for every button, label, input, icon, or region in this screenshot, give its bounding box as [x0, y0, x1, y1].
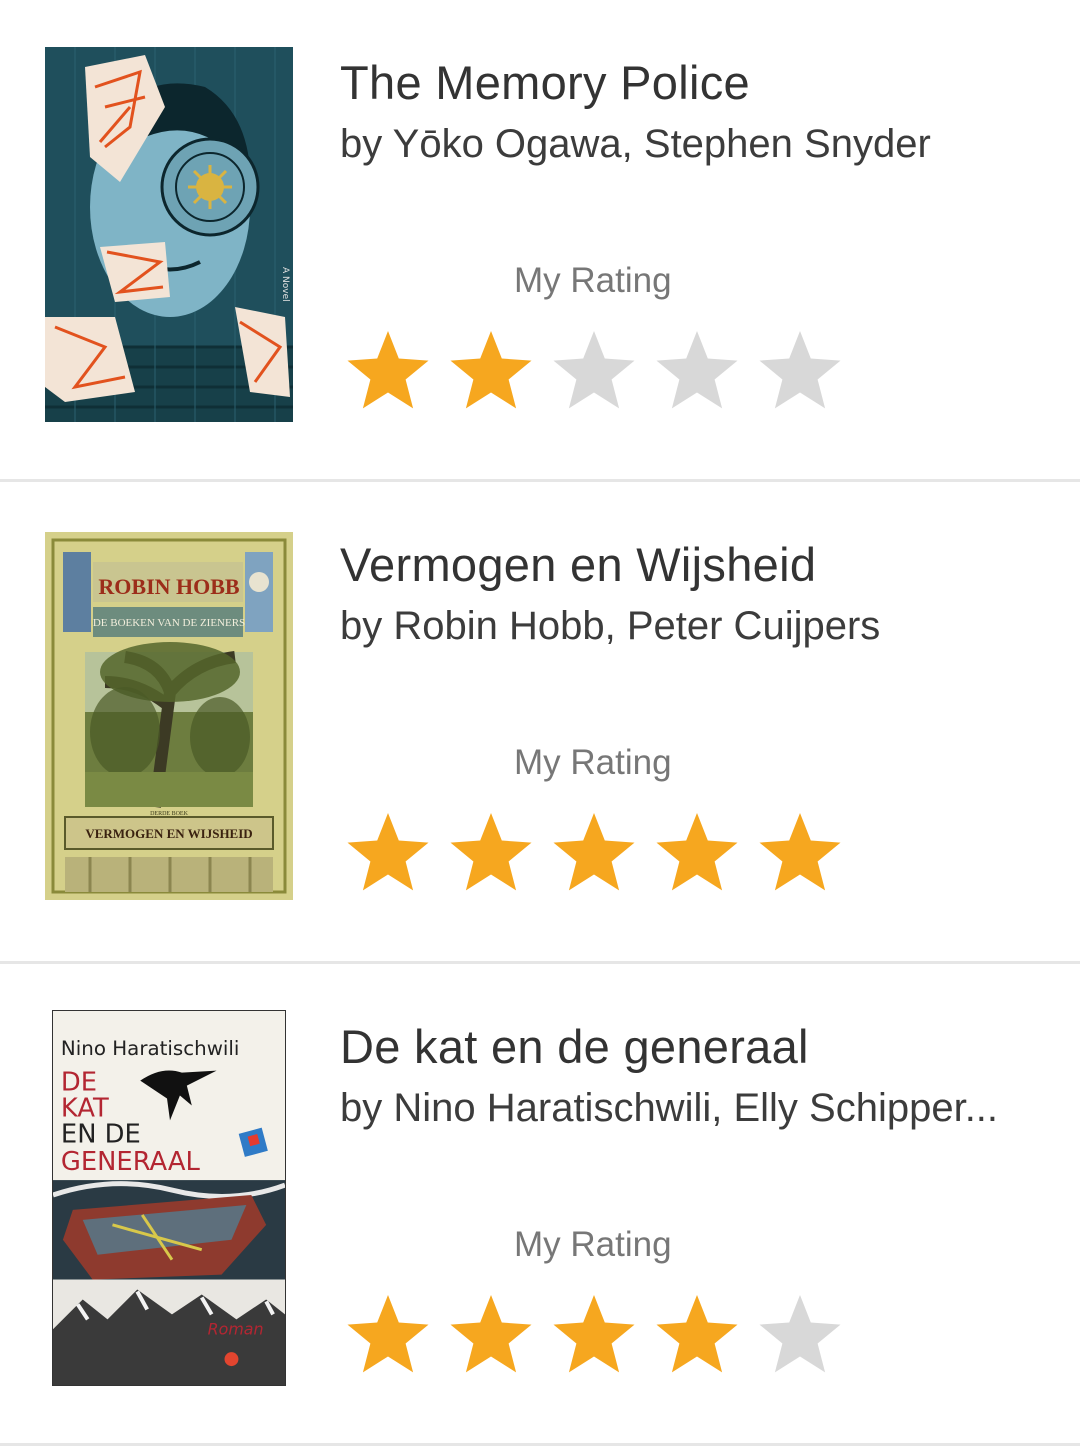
svg-text:A Novel: A Novel: [280, 267, 290, 302]
book-title[interactable]: The Memory Police: [340, 55, 750, 110]
book-cover[interactable]: A Novel: [45, 47, 293, 422]
star-filled-icon[interactable]: [340, 1287, 443, 1383]
book-author[interactable]: by Yōko Ogawa, Stephen Snyder: [340, 122, 931, 167]
rating-label: My Rating: [514, 1225, 672, 1264]
star-empty-icon[interactable]: [649, 323, 752, 419]
star-empty-icon[interactable]: [546, 323, 649, 419]
star-filled-icon[interactable]: [649, 1287, 752, 1383]
star-rating[interactable]: [340, 1287, 855, 1383]
svg-text:VERMOGEN EN WIJSHEID: VERMOGEN EN WIJSHEID: [85, 826, 252, 841]
rating-label: My Rating: [514, 743, 672, 782]
star-filled-icon[interactable]: [340, 323, 443, 419]
star-empty-icon[interactable]: [752, 323, 855, 419]
book-cover[interactable]: Nino Haratischwili DE KAT EN DE GENERAAL…: [52, 1010, 286, 1386]
svg-text:ROBIN HOBB: ROBIN HOBB: [98, 574, 240, 599]
book-row[interactable]: ROBIN HOBB DE BOEKEN VAN DE ZIENERS DERD…: [0, 482, 1080, 964]
star-empty-icon[interactable]: [752, 1287, 855, 1383]
book-cover[interactable]: ROBIN HOBB DE BOEKEN VAN DE ZIENERS DERD…: [45, 532, 293, 900]
svg-text:DERDE BOEK: DERDE BOEK: [150, 811, 188, 817]
star-filled-icon[interactable]: [649, 805, 752, 901]
svg-text:GENERAAL: GENERAAL: [61, 1147, 201, 1177]
book-author[interactable]: by Nino Haratischwili, Elly Schipper...: [340, 1086, 998, 1131]
svg-text:Nino Haratischwili: Nino Haratischwili: [61, 1037, 240, 1060]
star-filled-icon[interactable]: [443, 323, 546, 419]
star-filled-icon[interactable]: [752, 805, 855, 901]
star-filled-icon[interactable]: [443, 805, 546, 901]
star-filled-icon[interactable]: [443, 1287, 546, 1383]
star-rating[interactable]: [340, 805, 855, 901]
rating-label: My Rating: [514, 261, 672, 300]
svg-text:DE BOEKEN VAN DE ZIENERS: DE BOEKEN VAN DE ZIENERS: [93, 617, 245, 629]
star-filled-icon[interactable]: [546, 805, 649, 901]
svg-text:Roman: Roman: [208, 1319, 264, 1338]
svg-text:EN DE: EN DE: [61, 1119, 141, 1149]
book-row[interactable]: Nino Haratischwili DE KAT EN DE GENERAAL…: [0, 964, 1080, 1446]
star-filled-icon[interactable]: [546, 1287, 649, 1383]
book-author[interactable]: by Robin Hobb, Peter Cuijpers: [340, 604, 880, 649]
book-row[interactable]: A Novel The Memory Police by Yōko Ogawa,…: [0, 0, 1080, 482]
book-title[interactable]: Vermogen en Wijsheid: [340, 537, 816, 592]
star-rating[interactable]: [340, 323, 855, 419]
book-title[interactable]: De kat en de generaal: [340, 1019, 809, 1074]
star-filled-icon[interactable]: [340, 805, 443, 901]
